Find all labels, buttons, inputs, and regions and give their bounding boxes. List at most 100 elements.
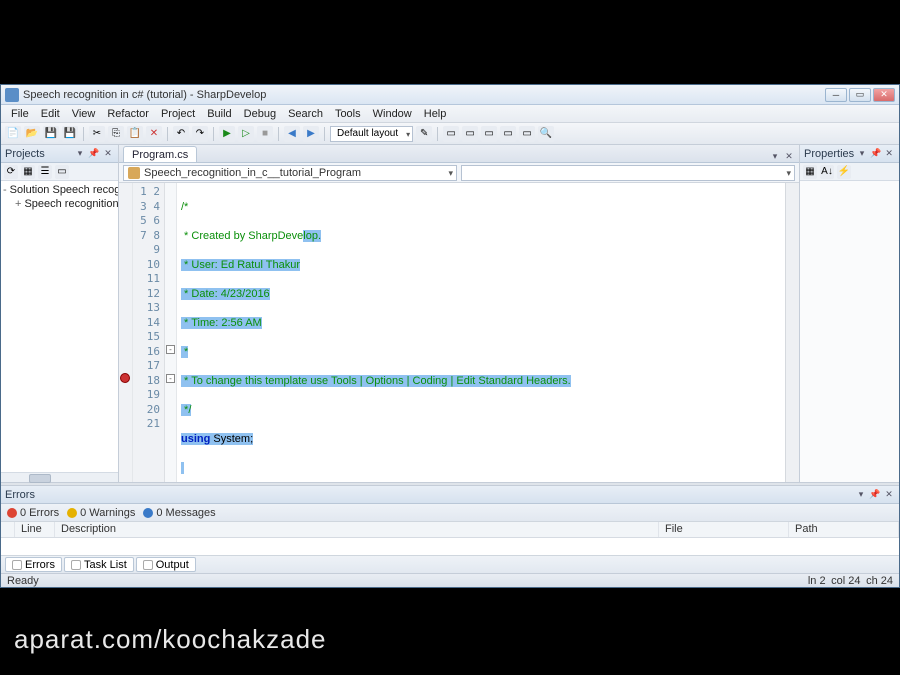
close-button[interactable]: ✕ xyxy=(873,88,895,102)
panel4-icon[interactable]: ▭ xyxy=(500,126,516,142)
props-events-icon[interactable]: ⚡ xyxy=(837,165,851,179)
props-categorize-icon[interactable]: ▦ xyxy=(803,165,817,179)
member-combo[interactable] xyxy=(461,165,795,181)
menu-view[interactable]: View xyxy=(66,106,102,122)
menu-window[interactable]: Window xyxy=(367,106,418,122)
nav-back-icon[interactable]: ◀ xyxy=(284,126,300,142)
warnings-count-pill[interactable]: 0 Warnings xyxy=(67,507,135,519)
run-icon[interactable]: ▶ xyxy=(219,126,235,142)
code-editor[interactable]: 1 2 3 4 5 6 7 8 9 10 11 12 13 14 15 16 1… xyxy=(119,183,799,482)
tree-project-label: Speech recognition xyxy=(24,198,118,210)
maximize-button[interactable]: ▭ xyxy=(849,88,871,102)
projects-title: Projects xyxy=(5,148,72,160)
properties-pin-icon[interactable]: 📌 xyxy=(870,148,882,160)
code-body[interactable]: /* * Created by SharpDevelop. * User: Ed… xyxy=(177,183,785,482)
col-file[interactable]: File xyxy=(659,522,789,537)
menu-search[interactable]: Search xyxy=(282,106,329,122)
breakpoint-gutter[interactable] xyxy=(119,183,133,482)
properties-close-icon[interactable]: ✕ xyxy=(883,148,895,160)
layout-edit-icon[interactable]: ✎ xyxy=(416,126,432,142)
errors-grid-body xyxy=(1,538,899,555)
main-toolbar: 📄 📂 💾 💾 ✂ ⎘ 📋 ✕ ↶ ↷ ▶ ▷ ■ ◀ ▶ Default la… xyxy=(1,123,899,145)
menu-refactor[interactable]: Refactor xyxy=(101,106,155,122)
bottom-tab-errors[interactable]: Errors xyxy=(5,557,62,572)
panel1-icon[interactable]: ▭ xyxy=(443,126,459,142)
panel2-icon[interactable]: ▭ xyxy=(462,126,478,142)
breakpoint-icon[interactable] xyxy=(120,373,130,383)
projects-hscrollbar[interactable] xyxy=(1,472,118,482)
messages-count-pill[interactable]: 0 Messages xyxy=(143,507,215,519)
nav-fwd-icon[interactable]: ▶ xyxy=(303,126,319,142)
col-description[interactable]: Description xyxy=(55,522,659,537)
save-icon[interactable]: 💾 xyxy=(43,126,59,142)
proj-refresh-icon[interactable]: ⟳ xyxy=(4,165,18,179)
menu-edit[interactable]: Edit xyxy=(35,106,66,122)
paste-icon[interactable]: 📋 xyxy=(127,126,143,142)
projects-close-icon[interactable]: ✕ xyxy=(102,148,114,160)
panel3-icon[interactable]: ▭ xyxy=(481,126,497,142)
fold-box-icon[interactable]: - xyxy=(166,345,175,354)
menu-debug[interactable]: Debug xyxy=(238,106,282,122)
line-number-gutter: 1 2 3 4 5 6 7 8 9 10 11 12 13 14 15 16 1… xyxy=(133,183,165,482)
class-combo[interactable]: Speech_recognition_in_c__tutorial_Progra… xyxy=(123,165,457,181)
projects-dropdown-icon[interactable]: ▾ xyxy=(74,148,86,160)
bottom-tab-output[interactable]: Output xyxy=(136,557,196,572)
find-icon[interactable]: 🔍 xyxy=(538,126,554,142)
projects-pane: Projects ▾ 📌 ✕ ⟳ ▦ ☰ ▭ -Solution Speech … xyxy=(1,145,119,482)
errors-grid-header: Line Description File Path xyxy=(1,522,899,538)
class-icon xyxy=(128,167,140,179)
error-icon xyxy=(7,508,17,518)
menu-build[interactable]: Build xyxy=(201,106,237,122)
editor-vscrollbar[interactable] xyxy=(785,183,799,482)
proj-showall-icon[interactable]: ▦ xyxy=(21,165,35,179)
stop-icon[interactable]: ■ xyxy=(257,126,273,142)
new-file-icon[interactable]: 📄 xyxy=(5,126,21,142)
layout-dropdown[interactable]: Default layout xyxy=(330,126,413,142)
errors-pin-icon[interactable]: 📌 xyxy=(869,489,881,501)
editor-pane: Program.cs ▾ ✕ Speech_recognition_in_c__… xyxy=(119,145,799,482)
editor-close-icon[interactable]: ✕ xyxy=(783,150,795,162)
run-nodebug-icon[interactable]: ▷ xyxy=(238,126,254,142)
menu-project[interactable]: Project xyxy=(155,106,201,122)
redo-icon[interactable]: ↷ xyxy=(192,126,208,142)
cut-icon[interactable]: ✂ xyxy=(89,126,105,142)
properties-title: Properties xyxy=(804,148,854,160)
editor-tab-label: Program.cs xyxy=(132,149,188,161)
proj-collapse-icon[interactable]: ▭ xyxy=(55,165,69,179)
delete-icon[interactable]: ✕ xyxy=(146,126,162,142)
errors-dropdown-icon[interactable]: ▾ xyxy=(855,489,867,501)
menu-tools[interactable]: Tools xyxy=(329,106,367,122)
col-line[interactable]: Line xyxy=(15,522,55,537)
tasklist-tab-icon xyxy=(71,560,81,570)
menu-help[interactable]: Help xyxy=(418,106,453,122)
undo-icon[interactable]: ↶ xyxy=(173,126,189,142)
status-col: col 24 xyxy=(831,575,860,587)
menu-file[interactable]: File xyxy=(5,106,35,122)
warning-icon xyxy=(67,508,77,518)
save-all-icon[interactable]: 💾 xyxy=(62,126,78,142)
app-icon xyxy=(5,88,19,102)
errors-close-icon[interactable]: ✕ xyxy=(883,489,895,501)
col-path[interactable]: Path xyxy=(789,522,899,537)
message-icon xyxy=(143,508,153,518)
projects-pin-icon[interactable]: 📌 xyxy=(88,148,100,160)
properties-pane: Properties ▾ 📌 ✕ ▦ A↓ ⚡ xyxy=(799,145,899,482)
output-tab-icon xyxy=(143,560,153,570)
editor-tab-program[interactable]: Program.cs xyxy=(123,146,197,162)
panel5-icon[interactable]: ▭ xyxy=(519,126,535,142)
projects-tree[interactable]: -Solution Speech recogn +Speech recognit… xyxy=(1,181,118,472)
errors-title: Errors xyxy=(5,489,853,501)
props-sort-icon[interactable]: A↓ xyxy=(820,165,834,179)
copy-icon[interactable]: ⎘ xyxy=(108,126,124,142)
open-icon[interactable]: 📂 xyxy=(24,126,40,142)
minimize-button[interactable]: ─ xyxy=(825,88,847,102)
proj-props-icon[interactable]: ☰ xyxy=(38,165,52,179)
editor-dropdown-icon[interactable]: ▾ xyxy=(769,150,781,162)
errors-count-pill[interactable]: 0 Errors xyxy=(7,507,59,519)
properties-dropdown-icon[interactable]: ▾ xyxy=(856,148,868,160)
tree-project-row[interactable]: +Speech recognition xyxy=(3,197,116,211)
fold-box-icon[interactable]: - xyxy=(166,374,175,383)
tree-solution-row[interactable]: -Solution Speech recogn xyxy=(3,183,116,197)
bottom-tab-tasklist[interactable]: Task List xyxy=(64,557,134,572)
fold-gutter[interactable]: - - xyxy=(165,183,177,482)
